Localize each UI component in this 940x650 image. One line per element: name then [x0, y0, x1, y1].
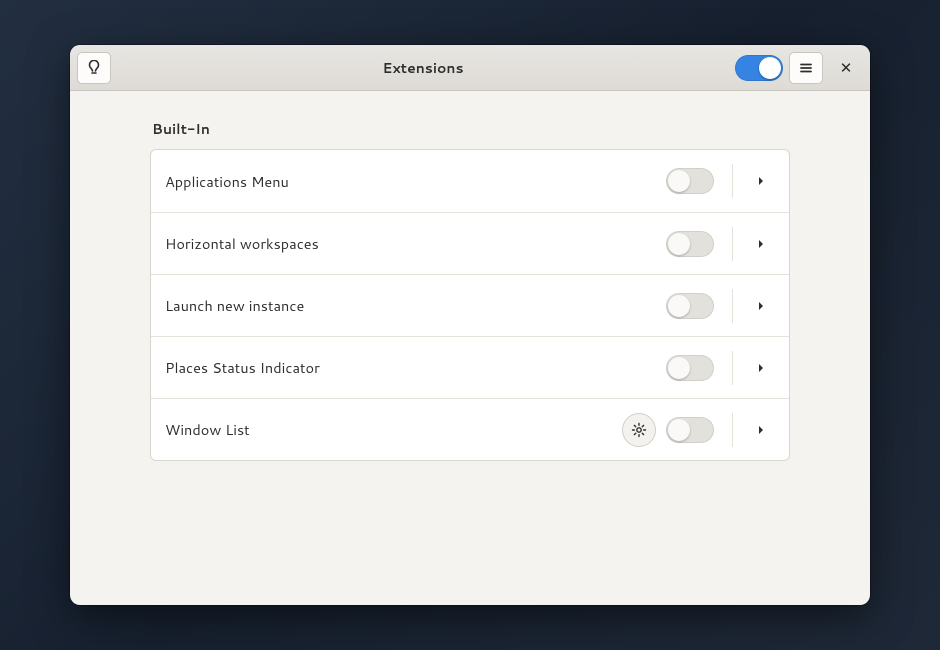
switch-knob — [668, 357, 690, 379]
extension-enable-switch[interactable] — [666, 168, 714, 194]
lightbulb-icon — [86, 60, 102, 76]
expand-button[interactable] — [747, 362, 775, 374]
menu-button[interactable] — [789, 52, 823, 84]
extension-row: Launch new instance — [151, 274, 789, 336]
titlebar-right-group: ✕ — [735, 52, 863, 84]
extension-label: Applications Menu — [165, 171, 656, 192]
gear-icon — [631, 422, 647, 438]
row-divider — [732, 164, 733, 198]
switch-knob — [668, 419, 690, 441]
chevron-right-icon — [756, 362, 766, 374]
expand-button[interactable] — [747, 238, 775, 250]
content-area: Built-In Applications Menu Horizontal wor… — [70, 91, 870, 605]
extension-enable-switch[interactable] — [666, 355, 714, 381]
extension-label: Launch new instance — [165, 295, 656, 316]
section-label: Built-In — [150, 119, 790, 139]
expand-button[interactable] — [747, 300, 775, 312]
chevron-right-icon — [756, 424, 766, 436]
switch-knob — [668, 295, 690, 317]
extensions-list: Applications Menu Horizontal workspaces La… — [150, 149, 790, 461]
titlebar: Extensions ✕ — [70, 45, 870, 91]
switch-knob — [668, 170, 690, 192]
extension-settings-button[interactable] — [622, 413, 656, 447]
close-button[interactable]: ✕ — [829, 52, 863, 84]
window-title: Extensions — [117, 58, 729, 78]
expand-button[interactable] — [747, 424, 775, 436]
row-divider — [732, 289, 733, 323]
extension-row: Horizontal workspaces — [151, 212, 789, 274]
switch-knob — [668, 233, 690, 255]
extension-label: Window List — [165, 419, 612, 440]
extension-row: Window List — [151, 398, 789, 460]
extensions-window: Extensions ✕ Built-In Applications Menu H… — [70, 45, 870, 605]
chevron-right-icon — [756, 238, 766, 250]
extension-row: Places Status Indicator — [151, 336, 789, 398]
extension-enable-switch[interactable] — [666, 231, 714, 257]
extension-enable-switch[interactable] — [666, 417, 714, 443]
switch-knob — [759, 57, 781, 79]
expand-button[interactable] — [747, 175, 775, 187]
row-divider — [732, 351, 733, 385]
row-divider — [732, 413, 733, 447]
extension-label: Places Status Indicator — [165, 357, 656, 378]
extension-enable-switch[interactable] — [666, 293, 714, 319]
master-enable-switch[interactable] — [735, 55, 783, 81]
extension-row: Applications Menu — [151, 150, 789, 212]
info-button[interactable] — [77, 52, 111, 84]
chevron-right-icon — [756, 300, 766, 312]
chevron-right-icon — [756, 175, 766, 187]
extension-label: Horizontal workspaces — [165, 233, 656, 254]
hamburger-icon — [799, 61, 813, 75]
close-icon: ✕ — [840, 60, 853, 75]
row-divider — [732, 227, 733, 261]
